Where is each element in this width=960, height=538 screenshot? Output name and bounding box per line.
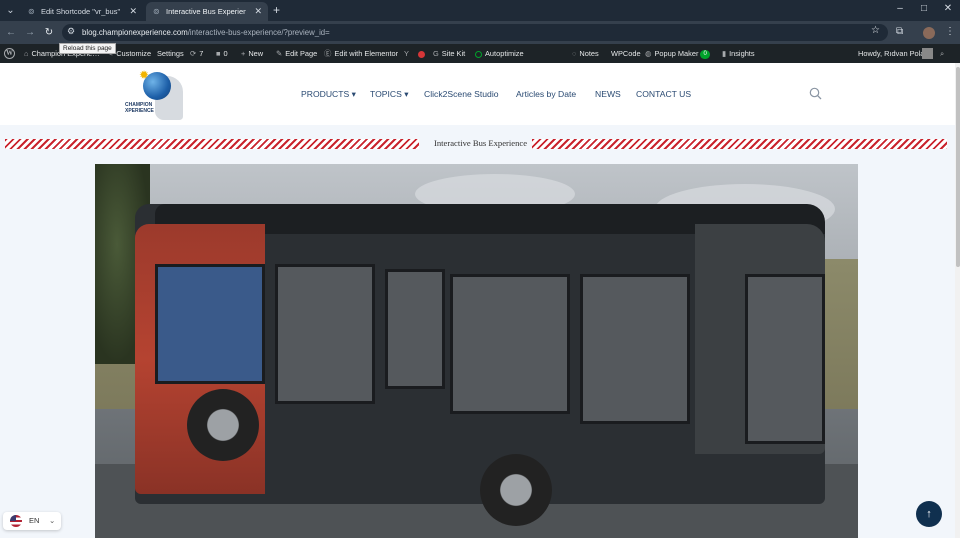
user-avatar[interactable] [922,48,933,59]
site-info-icon[interactable]: ⚙ [67,26,75,37]
popup-badge: 0 [700,49,710,59]
home-icon: ⌂ [24,49,29,58]
site-header: ✹ CHAMPION XPERIENCE PRODUCTS ▾ TOPICS ▾ … [0,63,955,125]
logo-text: CHAMPION XPERIENCE [125,102,154,114]
comment-icon: ■ [216,49,221,58]
page-title-bar: Interactive Bus Experience [5,138,947,149]
chevron-down-icon: ⌄ [49,516,56,525]
tab-title: Edit Shortcode "vr_bus" ‹ Champi… [41,7,121,16]
nav-click2scene[interactable]: Click2Scene Studio [424,63,499,125]
notes-icon: ◌ [572,49,577,58]
wordpress-favicon-icon: ⊚ [28,7,35,16]
autoptimize-status-icon [475,50,482,58]
yoast-icon[interactable]: Y [404,44,412,63]
maximize-button[interactable]: □ [914,3,934,14]
nav-products[interactable]: PRODUCTS ▾ [301,63,356,125]
profile-avatar[interactable] [923,27,935,39]
nav-contact-us[interactable]: CONTACT US [636,63,691,125]
nav-topics[interactable]: TOPICS ▾ [370,63,409,125]
title-stripes-right [532,139,947,149]
site-logo[interactable]: ✹ CHAMPION XPERIENCE [125,68,185,120]
sun-icon: ✹ [139,68,150,82]
wp-popup-maker[interactable]: ◍ Popup Maker 0 [645,44,710,63]
bus-hero-image[interactable] [95,164,858,538]
tab-title: Interactive Bus Experience - Cham… [166,7,246,16]
pencil-icon: ✎ [276,49,283,58]
google-icon: G [433,49,439,58]
url-text[interactable]: blog.championexperience.com/interactive-… [82,24,330,41]
browser-tab-strip: ⌄ ⊚ Edit Shortcode "vr_bus" ‹ Champi… ✕ … [0,0,960,21]
nav-news[interactable]: NEWS [595,63,621,125]
wp-comments[interactable]: ■ 0 [216,44,228,63]
wp-edit-page[interactable]: ✎ Edit Page [276,44,317,63]
wp-settings[interactable]: Settings [157,44,184,63]
wordpress-logo-icon[interactable]: W [4,48,15,59]
wp-wpcode[interactable]: WPCode [611,44,641,63]
title-stripes-left [5,139,419,149]
language-code: EN [29,516,40,525]
bar-chart-icon: ▮ [722,49,727,58]
bus-wheel-rear [187,389,259,461]
page-title: Interactive Bus Experience [433,138,528,148]
updates-icon: ⟳ [190,49,197,58]
bus-wheel-front [480,454,552,526]
minimize-button[interactable]: – [890,3,910,14]
bus-window [450,274,570,414]
close-icon[interactable]: ✕ [129,2,137,21]
language-switcher[interactable]: EN ⌄ [3,512,61,530]
site-page: ✹ CHAMPION XPERIENCE PRODUCTS ▾ TOPICS ▾ … [0,63,960,538]
reload-icon[interactable]: ↻ [42,26,56,40]
back-icon[interactable]: ← [4,26,18,40]
wp-insights[interactable]: ▮ Insights [722,44,755,63]
new-tab-button[interactable]: + [273,3,280,18]
tab-search-icon[interactable]: ⌄ [4,4,17,17]
reload-tooltip: Reload this page [59,43,116,54]
tab-interactive-bus[interactable]: ⊚ Interactive Bus Experience - Cham… ✕ [146,2,268,21]
wp-search-icon[interactable]: ⌕ [940,44,947,63]
forward-icon[interactable]: → [23,26,37,40]
page-scrollbar[interactable] [955,63,960,538]
bus-window [275,264,375,404]
bookmark-star-icon[interactable]: ☆ [871,25,880,36]
us-flag-icon [10,515,22,527]
wp-edit-elementor[interactable]: Ⓔ Edit with Elementor [324,44,398,63]
wp-autoptimize[interactable]: Autoptimize [475,44,524,63]
nav-articles-by-date[interactable]: Articles by Date [516,63,576,125]
wp-howdy[interactable]: Howdy, Rıdvan Polat [858,44,926,63]
close-icon[interactable]: ✕ [254,2,262,21]
popup-maker-icon: ◍ [645,49,652,58]
bus-window [155,264,265,384]
wordpress-favicon-icon: ⊚ [153,7,160,16]
plus-icon: + [241,49,246,58]
scrollbar-thumb[interactable] [956,67,960,267]
elementor-icon: Ⓔ [324,49,332,58]
close-window-button[interactable]: ✕ [938,3,958,14]
wp-new[interactable]: + New [241,44,263,63]
bus-window [385,269,445,389]
status-dot-red [418,44,425,63]
bus-door [580,274,690,424]
tab-edit-shortcode[interactable]: ⊚ Edit Shortcode "vr_bus" ‹ Champi… ✕ [21,2,143,21]
kebab-menu-icon[interactable]: ⋮ [945,26,955,37]
wp-admin-bar: W ⌂Champion Experie… ✎Customize Settings… [0,44,960,63]
scroll-to-top-button[interactable]: ↑ [916,501,942,527]
wp-updates[interactable]: ⟳ 7 [190,44,203,63]
bus-windshield [745,274,825,444]
address-bar[interactable]: ⚙ blog.championexperience.com/interactiv… [62,24,888,41]
extensions-icon[interactable]: ⧉ [896,26,903,37]
search-icon[interactable] [809,87,822,100]
wp-site-kit[interactable]: G Site Kit [433,44,465,63]
wp-notes[interactable]: ◌ Notes [572,44,599,63]
